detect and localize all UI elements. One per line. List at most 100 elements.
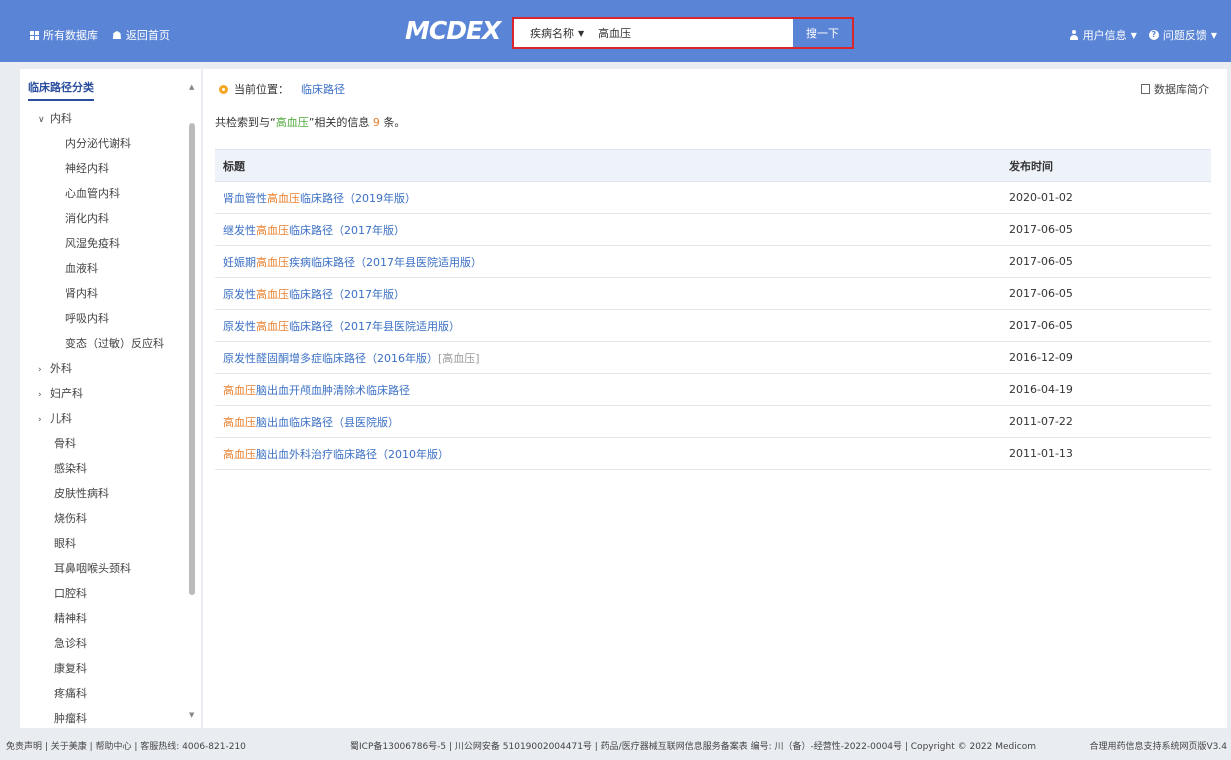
- sidebar-item[interactable]: 骨科: [20, 435, 201, 460]
- footer-links[interactable]: 免责声明 | 关于美康 | 帮助中心 | 客服热线: 4006-821-210: [6, 734, 246, 760]
- breadcrumb-link[interactable]: 临床路径: [301, 81, 345, 97]
- user-icon: [1069, 30, 1079, 40]
- result-title-post: 临床路径（2017年版）: [289, 287, 405, 301]
- result-title-link[interactable]: 肾血管性高血压临床路径（2019年版）: [215, 181, 1009, 214]
- sidebar-item[interactable]: 感染科: [20, 460, 201, 485]
- sidebar-item[interactable]: 烧伤科: [20, 510, 201, 535]
- sidebar-item[interactable]: 急诊科: [20, 635, 201, 660]
- sidebar-item-label: 变态（过敏）反应科: [65, 337, 164, 350]
- footer-version: 合理用药信息支持系统网页版V3.4: [1089, 742, 1227, 752]
- sidebar-item[interactable]: 康复科: [20, 660, 201, 685]
- chevron-down-icon: ▼: [1210, 30, 1217, 40]
- question-icon: ?: [1148, 30, 1159, 40]
- sidebar-item-label: 急诊科: [54, 637, 87, 650]
- result-title-post: 脑出血外科治疗临床路径（2010年版）: [256, 447, 449, 461]
- sidebar-item[interactable]: ∨ 内科: [20, 110, 201, 135]
- result-title-link[interactable]: 原发性高血压临床路径（2017年版）: [215, 277, 1009, 310]
- result-title-post: 临床路径（2017年县医院适用版）: [289, 319, 460, 333]
- sidebar-item[interactable]: 心血管内科: [20, 185, 201, 210]
- sidebar-item[interactable]: 肾内科: [20, 285, 201, 310]
- sidebar-item-label: 烧伤科: [54, 512, 87, 525]
- user-info-label: 用户信息: [1082, 29, 1127, 42]
- sidebar-item[interactable]: 变态（过敏）反应科: [20, 335, 201, 360]
- chevron-right-icon[interactable]: ›: [38, 361, 50, 379]
- sidebar-item[interactable]: 神经内科: [20, 160, 201, 185]
- sidebar-item-label: 康复科: [54, 662, 87, 675]
- summary-prefix: 共检索到与“: [215, 116, 276, 129]
- grid-icon: [30, 30, 39, 40]
- all-databases-link[interactable]: 所有数据库: [30, 27, 98, 43]
- category-list: ∨ 内科内分泌代谢科 神经内科心血管内科 消化内科风湿免疫科血液科肾内科呼吸内科变态（…: [20, 110, 201, 728]
- sidebar-item[interactable]: 眼科: [20, 535, 201, 560]
- result-date: 2017-06-05: [1009, 245, 1211, 278]
- feedback-menu[interactable]: ? 问题反馈 ▼: [1148, 27, 1217, 43]
- mcdex-logo: MCDEX: [405, 16, 501, 45]
- user-info-menu[interactable]: 用户信息 ▼: [1069, 27, 1137, 43]
- chevron-down-icon: ▼: [578, 28, 585, 38]
- table-row: 高血压脑出血外科治疗临床路径（2010年版） 2011-01-13: [215, 437, 1211, 470]
- sidebar-item-label: 骨科: [54, 437, 76, 450]
- sidebar-item[interactable]: 口腔科: [20, 585, 201, 610]
- table-row: 原发性高血压临床路径（2017年县医院适用版） 2017-06-05: [215, 309, 1211, 342]
- sidebar-item[interactable]: 肿瘤科: [20, 710, 201, 728]
- result-title-link[interactable]: 原发性醛固酮增多症临床路径（2016年版）[高血压]: [215, 341, 1009, 374]
- result-summary: 共检索到与“高血压”相关的信息 9 条。: [215, 114, 405, 130]
- sidebar-item-label: 肾内科: [65, 287, 98, 300]
- result-title-link[interactable]: 高血压脑出血临床路径（县医院版）: [215, 405, 1009, 438]
- scrollbar-thumb[interactable]: [189, 123, 195, 595]
- result-date: 2017-06-05: [1009, 309, 1211, 342]
- result-title-link[interactable]: 原发性高血压临床路径（2017年县医院适用版）: [215, 309, 1009, 342]
- result-title-post: 疾病临床路径（2017年县医院适用版）: [289, 255, 482, 269]
- chevron-right-icon[interactable]: ›: [38, 411, 50, 429]
- result-title-link[interactable]: 高血压脑出血外科治疗临床路径（2010年版）: [215, 437, 1009, 470]
- sidebar-item[interactable]: › 儿科: [20, 410, 201, 435]
- sidebar-item[interactable]: 呼吸内科: [20, 310, 201, 335]
- result-date: 2016-12-09: [1009, 341, 1211, 374]
- sidebar-scrollbar[interactable]: ▲ ▼: [188, 83, 196, 719]
- sidebar-item-label: 感染科: [54, 462, 87, 475]
- sidebar-item[interactable]: › 妇产科: [20, 385, 201, 410]
- sidebar-item[interactable]: 疼痛科: [20, 685, 201, 710]
- result-title-hl: 高血压: [223, 383, 256, 397]
- table-row: 妊娠期高血压疾病临床路径（2017年县医院适用版） 2017-06-05: [215, 245, 1211, 278]
- main-panel: 当前位置： 临床路径 数据库简介 共检索到与“高血压”相关的信息 9 条。 标题…: [203, 69, 1227, 728]
- result-date: 2017-06-05: [1009, 213, 1211, 246]
- sidebar-item[interactable]: 精神科: [20, 610, 201, 635]
- search-type-select[interactable]: 疾病名称 ▼: [514, 19, 592, 47]
- column-header-date: 发布时间: [1009, 149, 1211, 182]
- search-box: 疾病名称 ▼ 搜一下: [512, 17, 854, 49]
- result-date: 2016-04-19: [1009, 373, 1211, 406]
- sidebar-item-label: 风湿免疫科: [65, 237, 120, 250]
- sidebar-item-label: 内分泌代谢科: [65, 137, 131, 150]
- home-link[interactable]: ☗ 返回首页: [112, 27, 170, 43]
- sidebar-title[interactable]: 临床路径分类: [28, 79, 94, 101]
- sidebar-item-label: 神经内科: [65, 162, 109, 175]
- chevron-right-icon[interactable]: ›: [38, 386, 50, 404]
- scroll-up-icon[interactable]: ▲: [189, 83, 194, 91]
- sidebar-item-label: 疼痛科: [54, 687, 87, 700]
- search-input[interactable]: [592, 19, 792, 47]
- sidebar-item[interactable]: 耳鼻咽喉头颈科: [20, 560, 201, 585]
- sidebar-item[interactable]: 风湿免疫科: [20, 235, 201, 260]
- result-title-hl: 高血压: [256, 319, 289, 333]
- sidebar-item[interactable]: 血液科: [20, 260, 201, 285]
- result-date: 2011-01-13: [1009, 437, 1211, 470]
- result-title-link[interactable]: 妊娠期高血压疾病临床路径（2017年县医院适用版）: [215, 245, 1009, 278]
- column-header-title: 标题: [215, 149, 1009, 182]
- result-title-link[interactable]: 继发性高血压临床路径（2017年版）: [215, 213, 1009, 246]
- category-sidebar: 临床路径分类 ∨ 内科内分泌代谢科 神经内科心血管内科 消化内科风湿免疫科血液科肾内科…: [20, 69, 201, 728]
- result-title-link[interactable]: 高血压脑出血开颅血肿清除术临床路径: [215, 373, 1009, 406]
- sidebar-item[interactable]: › 外科: [20, 360, 201, 385]
- table-row: 高血压脑出血开颅血肿清除术临床路径 2016-04-19: [215, 373, 1211, 406]
- sidebar-item[interactable]: 皮肤性病科: [20, 485, 201, 510]
- scroll-down-icon[interactable]: ▼: [189, 711, 194, 719]
- search-button[interactable]: 搜一下: [792, 19, 852, 47]
- result-title-pre: 妊娠期: [223, 255, 256, 269]
- database-intro-link[interactable]: 数据库简介: [1141, 81, 1209, 97]
- sidebar-item[interactable]: 内分泌代谢科: [20, 135, 201, 160]
- chevron-down-icon[interactable]: ∨: [38, 111, 50, 129]
- result-title-post: 脑出血开颅血肿清除术临床路径: [256, 383, 410, 397]
- sidebar-item[interactable]: 消化内科: [20, 210, 201, 235]
- sidebar-item-label: 皮肤性病科: [54, 487, 109, 500]
- result-title-post: 临床路径（2019年版）: [300, 191, 416, 205]
